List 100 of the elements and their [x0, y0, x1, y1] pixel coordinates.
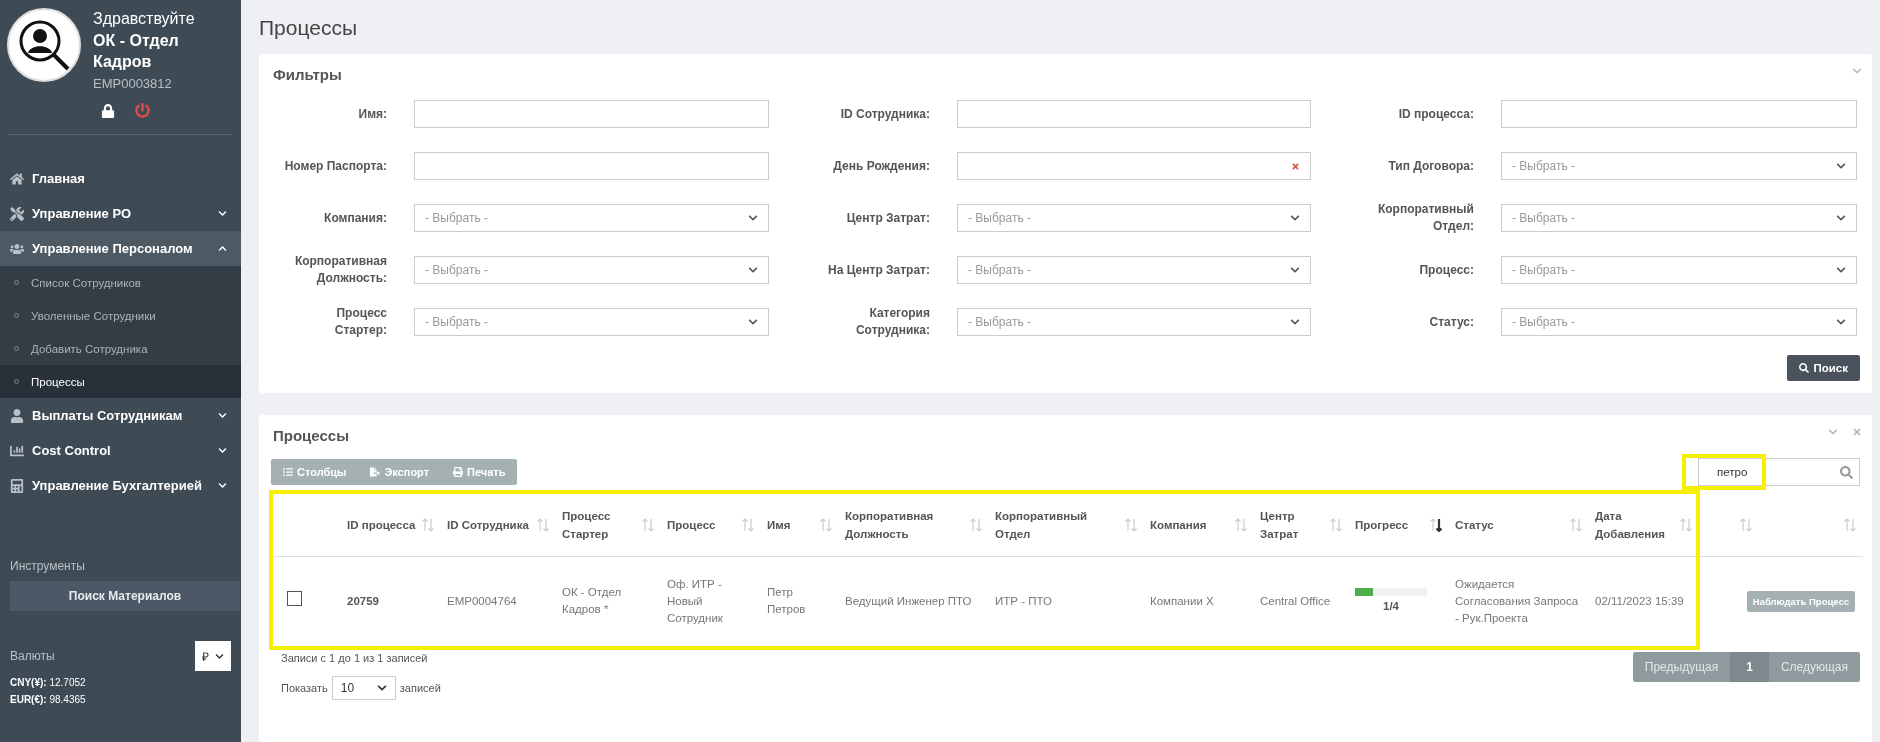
materials-search-button[interactable]: Поиск Материалов — [10, 581, 240, 611]
field-label: Корпоративная Должность: — [293, 253, 387, 287]
submenu-item[interactable]: Процессы — [0, 365, 241, 398]
field-label: День Рождения: — [833, 157, 930, 175]
column-header[interactable]: Компания — [1144, 494, 1254, 556]
column-header[interactable]: Прогресс — [1349, 494, 1449, 556]
field-label: ID Сотрудника: — [840, 105, 930, 123]
chevron-down-icon — [218, 411, 227, 420]
field-label: Статус: — [1429, 313, 1474, 331]
home-icon — [10, 171, 24, 186]
chevron-down-icon — [1290, 265, 1300, 275]
table-cell: 02/11/2023 15:39 — [1589, 556, 1699, 646]
page-title: Процессы — [259, 16, 359, 40]
users-icon — [10, 241, 24, 256]
user-name: ОК - Отдел Кадров — [93, 31, 180, 72]
table-cell: EMP0004764 — [441, 556, 556, 646]
chevron-down-icon — [1836, 317, 1846, 327]
chevron-down-icon — [218, 209, 227, 218]
chevron-down-icon — [1290, 213, 1300, 223]
column-header[interactable]: Корпоративный Отдел — [989, 494, 1144, 556]
table-cell: ИТР - ПТО — [989, 556, 1144, 646]
chevron-down-icon — [1836, 161, 1846, 171]
table-cell: Ожидается Согласования Запроса - Рук.Проекта — [1449, 556, 1589, 646]
search-icon — [1840, 465, 1853, 479]
table-cell: 20759 — [341, 556, 441, 646]
records-label: записей — [399, 682, 441, 694]
records-info: Записи с 1 до 1 из 1 записей — [281, 652, 429, 664]
column-header[interactable]: Корпоративная Должность — [839, 494, 989, 556]
close-icon[interactable] — [1852, 427, 1862, 437]
field-label: ID процесса: — [1398, 105, 1474, 123]
row-checkbox[interactable] — [287, 591, 302, 607]
input-field[interactable] — [414, 152, 769, 180]
collapse-icon[interactable] — [1828, 427, 1838, 437]
chevron-down-icon — [748, 317, 758, 327]
chevron-down-icon — [1836, 213, 1846, 223]
field-label: Имя: — [358, 105, 387, 123]
employee-id: EMP0003812 — [93, 76, 173, 91]
clear-icon[interactable] — [1291, 161, 1300, 171]
table-search-field[interactable]: петро — [1698, 458, 1860, 486]
column-header[interactable]: Процесс Стартер — [556, 494, 661, 556]
column-header[interactable]: Дата Добавления — [1589, 494, 1699, 556]
column-header[interactable]: Процесс — [661, 494, 761, 556]
table-cell: Ведущий Инженер ПТО — [839, 556, 989, 646]
nav-item[interactable]: Управление Персоналом — [0, 231, 241, 266]
chevron-down-icon — [376, 683, 387, 693]
table-cell: ОК - Отдел Кадров * — [556, 556, 661, 646]
panel-title: Процессы — [273, 427, 349, 444]
table-cell: Петр Петров — [761, 556, 839, 646]
tools-icon — [10, 206, 24, 221]
column-header[interactable]: Статус — [1449, 494, 1589, 556]
chevron-down-icon — [748, 265, 758, 275]
field-label: Категория Сотрудника: — [854, 305, 930, 339]
submenu-item[interactable]: Добавить Сотрудника — [0, 332, 241, 365]
progress-text: 1/4 — [1382, 598, 1400, 614]
field-label: Компания: — [324, 209, 387, 227]
user-icon — [10, 408, 24, 423]
collapse-icon[interactable] — [1852, 66, 1862, 76]
lock-icon[interactable] — [101, 103, 115, 118]
nav-item[interactable]: Управление Бухгалтерией — [0, 468, 241, 503]
field-label: Корпоративный Отдел: — [1376, 201, 1474, 235]
nav-item[interactable]: Главная — [0, 161, 241, 196]
field-label: Процесс Стартер: — [333, 305, 387, 339]
show-label: Показать — [281, 682, 328, 694]
nav-item[interactable]: Cost Control — [0, 433, 241, 468]
submenu-item[interactable]: Список Сотрудников — [0, 266, 241, 299]
page-size-select[interactable]: 10 — [331, 676, 396, 700]
bar-chart-icon — [10, 443, 24, 458]
input-field[interactable] — [957, 100, 1311, 128]
chevron-down-icon — [1836, 265, 1846, 275]
chevron-down-icon — [1290, 317, 1300, 327]
power-icon[interactable] — [135, 103, 150, 118]
column-header[interactable]: ID процесса — [341, 494, 441, 556]
table-cell: Компании X — [1144, 556, 1254, 646]
date-field[interactable] — [957, 152, 1311, 180]
input-field[interactable] — [1501, 100, 1857, 128]
field-label: Центр Затрат: — [846, 209, 930, 227]
column-header[interactable]: Имя — [761, 494, 839, 556]
column-header[interactable]: Центр Затрат — [1254, 494, 1349, 556]
currency-select[interactable]: ₽ — [195, 641, 231, 671]
exchange-rate: CNY(¥): 12.7052 — [10, 677, 87, 688]
page-button[interactable]: 1 — [1730, 652, 1769, 682]
exchange-rate: EUR(€): 98.4365 — [10, 694, 87, 705]
currency-label: Валюты — [10, 649, 55, 663]
nav-item[interactable]: Выплаты Сотрудникам — [0, 398, 241, 433]
panel-title: Фильтры — [273, 66, 342, 83]
greeting-text: Здравствуйте — [93, 10, 196, 28]
column-header[interactable]: ID Сотрудника — [441, 494, 556, 556]
search-button[interactable]: Поиск — [1787, 355, 1860, 381]
submenu-item[interactable]: Уволенные Сотрудники — [0, 299, 241, 332]
input-field[interactable] — [414, 100, 769, 128]
tools-heading: Инструменты — [10, 559, 86, 573]
print-icon — [453, 467, 464, 477]
field-label: Процесс: — [1419, 261, 1474, 279]
nav-item[interactable]: Управление РО — [0, 196, 241, 231]
chevron-down-icon — [218, 446, 227, 455]
chevron-down-icon — [748, 213, 758, 223]
table-cell: Central Office — [1254, 556, 1349, 646]
table-cell: Оф. ИТР - Новый Сотрудник — [661, 556, 761, 646]
search-icon — [1799, 363, 1810, 373]
field-label: Номер Паспорта: — [284, 157, 387, 175]
